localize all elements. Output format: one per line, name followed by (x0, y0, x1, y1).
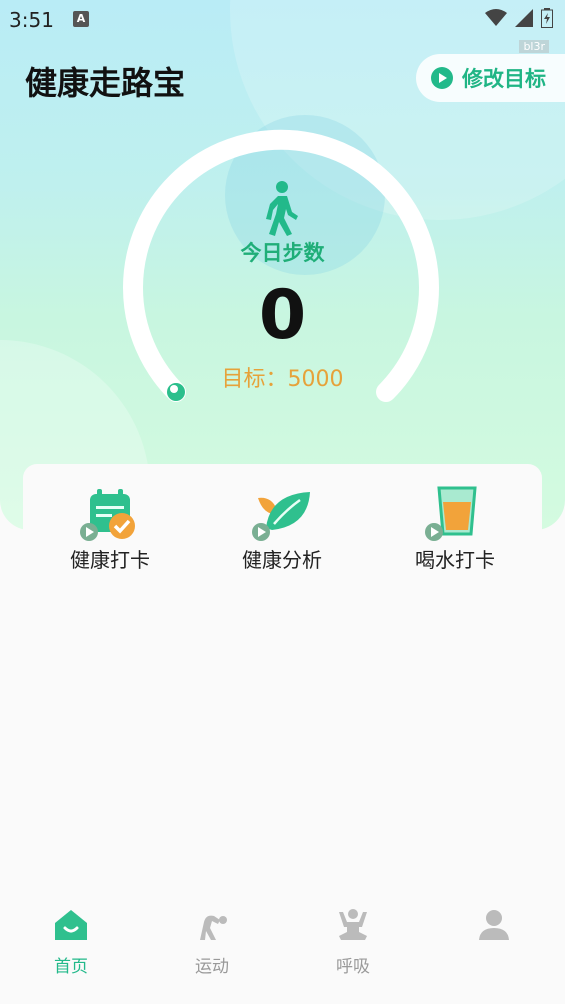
today-steps-label: 今日步数 (240, 241, 325, 265)
tab-home-label: 首页 (54, 957, 88, 977)
today-steps-value: 0 (258, 276, 307, 355)
goal-text: 目标：5000 (221, 367, 344, 392)
home-icon (55, 910, 87, 940)
quick-actions-card: 健康打卡 健康分析 喝水打卡 (23, 464, 542, 594)
profile-icon (479, 910, 509, 940)
health-analysis-label: 健康分析 (242, 548, 322, 572)
health-checkin-label: 健康打卡 (70, 548, 150, 572)
calendar-check-icon (80, 489, 135, 541)
water-checkin-label: 喝水打卡 (415, 548, 495, 572)
health-analysis-button[interactable]: 健康分析 (222, 484, 342, 573)
tab-home[interactable]: 首页 (11, 908, 131, 977)
meditation-icon (339, 909, 367, 940)
leaf-icon (252, 492, 310, 541)
tab-exercise[interactable]: 运动 (152, 908, 272, 977)
health-checkin-button[interactable]: 健康打卡 (50, 484, 170, 573)
walking-icon (266, 181, 298, 236)
bottom-tab-bar: 首页 运动 呼吸 (0, 890, 565, 1004)
tab-breathing[interactable]: 呼吸 (293, 908, 413, 977)
water-cup-icon (425, 486, 477, 541)
tab-exercise-label: 运动 (195, 957, 229, 977)
water-checkin-button[interactable]: 喝水打卡 (395, 484, 515, 573)
exercise-icon (200, 915, 227, 940)
tab-profile[interactable] (434, 908, 554, 952)
tab-breathing-label: 呼吸 (336, 957, 370, 977)
